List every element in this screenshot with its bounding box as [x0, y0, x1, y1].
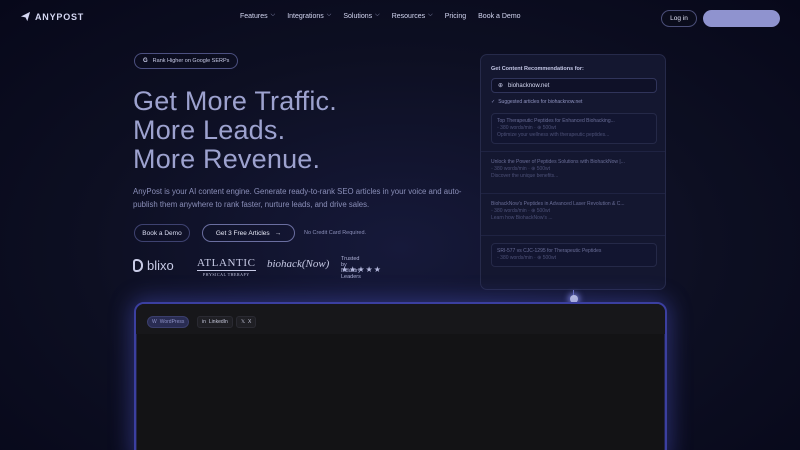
linkedin-icon: in: [202, 319, 206, 325]
arrow-right-icon: →: [274, 229, 282, 237]
badge-label: Rank Higher on Google SERPs: [152, 58, 230, 64]
menu-book-demo[interactable]: Book a Demo: [478, 13, 520, 20]
article-item[interactable]: BiohackNow's Peptides in Advanced Laser …: [491, 201, 657, 222]
blixo-wordmark: blixo: [147, 258, 174, 273]
article-title: Top Therapeutic Peptides for Enhanced Bi…: [497, 118, 615, 124]
divider: [481, 235, 665, 236]
menu-features[interactable]: Features ⌵: [240, 12, 276, 20]
menu-label: Resources: [391, 13, 426, 20]
article-item[interactable]: SRI-577 vs CJC-1295 for Therapeutic Pept…: [491, 243, 657, 267]
tab-linkedin[interactable]: in LinkedIn: [197, 316, 233, 328]
article-desc: Optimize your wellness with therapeutic …: [497, 132, 610, 138]
publish-preview-frame: W WordPress in LinkedIn 𝕏 X: [134, 302, 667, 450]
no-credit-card-note: No Credit Card Required.: [304, 230, 367, 236]
divider: [481, 151, 665, 152]
domain-input[interactable]: ⊕ biohacknow.net: [491, 78, 657, 93]
atlantic-subtitle: PHYSICAL THERAPY: [197, 270, 256, 277]
globe-icon: ⊕: [498, 83, 504, 89]
recommendations-card: Get Content Recommendations for: ⊕ bioha…: [480, 54, 666, 290]
article-desc: Learn how BiohackNow's ...: [491, 215, 553, 221]
tab-x[interactable]: 𝕏 X: [236, 316, 257, 328]
check-icon: ✓: [491, 99, 496, 105]
free-articles-label: Get 3 Free Articles: [215, 229, 270, 237]
article-item[interactable]: Unlock the Power of Peptides Solutions w…: [491, 159, 657, 180]
brand-name: ANYPOST: [35, 11, 85, 22]
chevron-down-icon: ⌵: [270, 12, 276, 18]
divider: [481, 193, 665, 194]
chip-label: X: [248, 319, 252, 325]
headline-line-3: More Revenue.: [133, 144, 321, 174]
wordpress-icon: W: [152, 319, 157, 325]
article-item[interactable]: Top Therapeutic Peptides for Enhanced Bi…: [491, 113, 657, 144]
main-menu: Features ⌵ Integrations ⌵ Solutions ⌵ Resou…: [240, 12, 533, 20]
book-demo-button[interactable]: Book a Demo: [134, 224, 190, 242]
menu-label: Pricing: [444, 13, 467, 20]
blixo-mark-icon: [133, 259, 143, 272]
suggested-heading: ✓ Suggested articles for biohacknow.net: [491, 99, 582, 105]
article-meta: ◦ 380 words/min · ⊕ 500wt: [491, 208, 551, 214]
x-icon: 𝕏: [241, 319, 246, 325]
article-title: Unlock the Power of Peptides Solutions w…: [491, 159, 625, 165]
blixo-logo: blixo: [133, 258, 174, 273]
card-title: Get Content Recommendations for:: [491, 66, 584, 72]
hero-headline: Get More Traffic. More Leads. More Reven…: [133, 87, 337, 174]
biohacknow-logo: biohack(Now): [267, 258, 330, 270]
suggested-label: Suggested articles for biohacknow.net: [498, 99, 583, 105]
headline-line-2: More Leads.: [133, 115, 286, 145]
paper-plane-icon: [20, 11, 31, 22]
article-meta: ◦ 380 words/min · ⊕ 500wt: [491, 166, 551, 172]
article-meta: ◦ 380 words/min · ⊕ 500wt: [497, 255, 557, 261]
atlantic-wordmark: ATLANTIC: [197, 257, 256, 269]
tab-wordpress[interactable]: W WordPress: [147, 316, 190, 328]
article-title: SRI-577 vs CJC-1295 for Therapeutic Pept…: [497, 248, 602, 254]
chevron-down-icon: ⌵: [375, 12, 380, 18]
domain-value: biohacknow.net: [508, 82, 550, 89]
chip-label: WordPress: [159, 319, 185, 325]
star-rating: ★★★★★: [341, 265, 382, 274]
top-nav: ANYPOST Features ⌵ Integrations ⌵ Solution…: [0, 0, 800, 36]
menu-solutions[interactable]: Solutions ⌵: [343, 12, 380, 20]
chevron-down-icon: ⌵: [428, 12, 433, 18]
google-icon: G: [143, 58, 148, 64]
headline-line-1: Get More Traffic.: [133, 86, 337, 116]
article-desc: Discover the unique benefits...: [491, 173, 559, 179]
menu-label: Integrations: [287, 13, 324, 20]
menu-integrations[interactable]: Integrations ⌵: [287, 12, 332, 20]
article-title: BiohackNow's Peptides in Advanced Laser …: [491, 201, 625, 207]
menu-label: Book a Demo: [478, 13, 521, 20]
hero-subtext: AnyPost is your AI content engine. Gener…: [133, 187, 462, 209]
chevron-down-icon: ⌵: [326, 12, 332, 18]
article-meta: ◦ 380 words/min · ⊕ 500wt: [497, 125, 557, 131]
login-button[interactable]: Log in: [661, 10, 697, 27]
serp-badge: G Rank Higher on Google SERPs: [134, 53, 239, 69]
frame-toolbar: W WordPress in LinkedIn 𝕏 X: [136, 304, 665, 334]
atlantic-logo: ATLANTIC PHYSICAL THERAPY: [197, 258, 256, 277]
chip-label: LinkedIn: [208, 319, 228, 325]
menu-resources[interactable]: Resources ⌵: [391, 12, 433, 20]
menu-pricing[interactable]: Pricing: [445, 13, 466, 20]
brand-logo[interactable]: ANYPOST: [20, 11, 84, 22]
free-articles-button[interactable]: Get 3 Free Articles →: [202, 224, 295, 242]
menu-label: Solutions: [343, 13, 373, 20]
signup-button[interactable]: [703, 10, 780, 27]
menu-label: Features: [240, 13, 268, 20]
